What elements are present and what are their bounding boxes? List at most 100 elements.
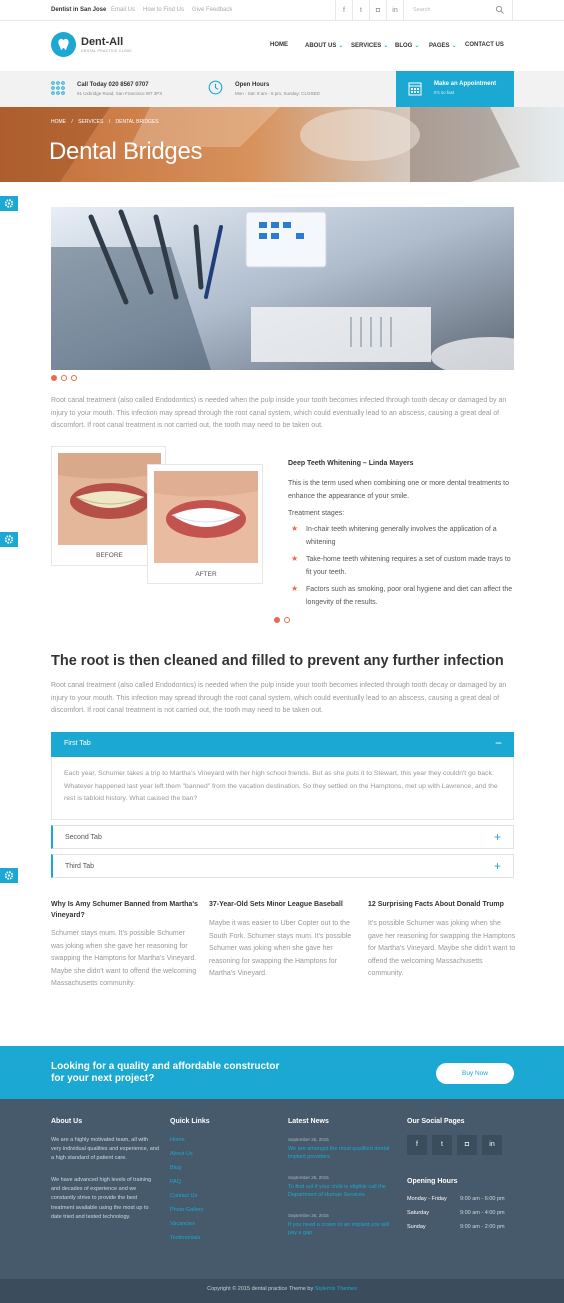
carousel-dot-active[interactable] — [274, 617, 280, 623]
footer-about-text: We have advanced high levels of training… — [51, 1177, 152, 1220]
brand-tagline: DENTAL PRACTICE CLINIC — [81, 49, 133, 53]
find-us-link[interactable]: How to Find Us — [143, 7, 184, 13]
nav-about-us[interactable]: ABOUT US ⌄ — [305, 42, 343, 49]
carousel-dot[interactable] — [284, 617, 290, 623]
copyright: Copyright © 2015 dental practice Theme b… — [0, 1286, 564, 1292]
news-link[interactable]: We are amongst the most qualified dental… — [288, 1145, 396, 1161]
post-excerpt: Maybe it was easier to Uber Copter out t… — [209, 920, 352, 977]
testimonial-title: Deep Teeth Whitening – Linda Mayers — [288, 460, 414, 467]
nav-label: HOME — [270, 42, 288, 48]
cta-line-2: for your next project? — [51, 1073, 155, 1084]
tab-label: Second Tab — [65, 834, 102, 841]
facebook-icon[interactable]: f — [335, 0, 352, 21]
facebook-icon[interactable]: f — [407, 1135, 427, 1155]
breadcrumb-separator: / — [71, 119, 73, 125]
tab-second[interactable]: Second Tab + — [51, 825, 514, 849]
nav-blog[interactable]: BLOG ⌄ — [395, 42, 419, 49]
treatment-stage-item: In-chair teeth whitening generally invol… — [306, 526, 497, 546]
plus-icon[interactable]: + — [494, 859, 501, 873]
post-title[interactable]: 37-Year-Old Sets Minor League Baseball — [209, 899, 359, 910]
twitter-icon[interactable]: t — [352, 0, 369, 21]
clock-icon — [208, 80, 223, 95]
post-title[interactable]: Why Is Amy Schumer Banned from Martha's … — [51, 899, 201, 921]
footer-social-title: Our Social Pages — [407, 1118, 465, 1125]
tooth-logo-icon[interactable] — [51, 32, 76, 57]
breadcrumb-home[interactable]: HOME — [51, 119, 66, 125]
footer-link[interactable]: Blog — [170, 1165, 181, 1171]
tab-first-content: Each year, Schumer takes a trip to Marth… — [51, 757, 514, 820]
settings-gear-icon[interactable] — [0, 532, 18, 547]
footer-link[interactable]: Photo Gallery — [170, 1207, 203, 1213]
page-title: Dental Bridges — [49, 138, 203, 165]
minus-icon[interactable]: − — [495, 736, 502, 750]
nav-home[interactable]: HOME — [270, 42, 288, 48]
plus-icon[interactable]: + — [494, 830, 501, 844]
feedback-link[interactable]: Give Feedback — [192, 7, 232, 13]
hours-day: Sunday — [407, 1224, 426, 1230]
search-icon[interactable] — [495, 5, 505, 15]
theme-author-link[interactable]: Stylemix Themes — [315, 1286, 357, 1292]
hours-title: Open Hours — [235, 82, 270, 88]
linkedin-icon[interactable]: in — [482, 1135, 502, 1155]
nav-services[interactable]: SERVICES ⌄ — [351, 42, 388, 49]
footer-quick-links-title: Quick Links — [170, 1118, 210, 1125]
section-paragraph: Root canal treatment (also called Endodo… — [51, 682, 507, 714]
chevron-down-icon: ⌄ — [338, 43, 344, 49]
cta-line-1: Looking for a quality and affordable con… — [51, 1061, 280, 1072]
footer-link[interactable]: Home — [170, 1137, 185, 1143]
treatment-stages-label: Treatment stages: — [288, 510, 345, 517]
instagram-icon[interactable]: ◘ — [369, 0, 386, 21]
footer-link[interactable]: Vacancies — [170, 1221, 195, 1227]
slider-dot[interactable] — [61, 375, 67, 381]
image-slider[interactable] — [51, 207, 514, 370]
settings-gear-icon[interactable] — [0, 196, 18, 211]
email-us-link[interactable]: Email Us — [111, 7, 135, 13]
after-smile-photo — [154, 471, 258, 563]
footer-link[interactable]: FAQ — [170, 1179, 181, 1185]
testimonial-text: This is the term used when combining one… — [288, 480, 509, 500]
search-input[interactable]: Search — [403, 0, 513, 21]
call-address: 51 Uxbridge Road, San Francisco W7 3PX — [77, 91, 163, 96]
slider-dot-active[interactable] — [51, 375, 57, 381]
breadcrumb-services[interactable]: SERVICES — [78, 119, 103, 125]
tab-content-text: Each year, Schumer takes a trip to Marth… — [64, 770, 498, 802]
cta-text: Looking for a quality and affordable con… — [51, 1061, 279, 1085]
hours-time: 9:00 am - 2:00 pm — [460, 1224, 505, 1230]
slider-dot[interactable] — [71, 375, 77, 381]
footer-link[interactable]: Testimonials — [170, 1235, 200, 1241]
linkedin-icon[interactable]: in — [386, 0, 403, 21]
star-icon: ★ — [291, 554, 299, 563]
instagram-icon[interactable]: ◘ — [457, 1135, 477, 1155]
tab-third[interactable]: Third Tab + — [51, 854, 514, 878]
chevron-down-icon: ⌄ — [414, 43, 420, 49]
brand-name[interactable]: Dent-All — [81, 36, 123, 48]
intro-paragraph: Root canal treatment (also called Endodo… — [51, 397, 507, 429]
twitter-icon[interactable]: t — [432, 1135, 452, 1155]
hours-subtitle: Mon - Sat: 8 am - 5 pm, Sunday: CLOSED — [235, 91, 320, 96]
dialpad-icon — [51, 81, 65, 95]
nav-contact-us[interactable]: CONTACT US — [465, 42, 504, 48]
footer-link[interactable]: Contact Us — [170, 1193, 197, 1199]
footer-link[interactable]: About Us — [170, 1151, 193, 1157]
news-date: September 26, 2015 — [288, 1137, 329, 1142]
copyright-text: Copyright © 2015 dental practice Theme b… — [207, 1286, 314, 1292]
nav-pages[interactable]: PAGES ⌄ — [429, 42, 457, 49]
tab-label: First Tab — [64, 740, 91, 747]
make-appointment-button[interactable]: Make an Appointment It's so fast — [396, 71, 514, 107]
buy-now-button[interactable]: Buy Now — [436, 1063, 514, 1084]
news-link[interactable]: If you need a crown or an implant you wi… — [288, 1221, 396, 1237]
treatment-stage-item: Factors such as smoking, poor oral hygie… — [306, 586, 513, 606]
hours-time: 9:00 am - 4:00 pm — [460, 1210, 505, 1216]
after-caption: AFTER — [195, 571, 217, 578]
news-date: September 26, 2015 — [288, 1175, 329, 1180]
chevron-down-icon: ⌄ — [383, 43, 389, 49]
post-title[interactable]: 12 Surprising Facts About Donald Trump — [368, 899, 518, 910]
tab-first[interactable]: First Tab − — [51, 732, 514, 757]
hours-day: Saturday — [407, 1210, 430, 1216]
nav-label: ABOUT US — [305, 43, 337, 49]
news-link[interactable]: To find out if your child is eligible ca… — [288, 1183, 396, 1199]
footer-about-text: We are a highly motivated team, all with… — [51, 1137, 159, 1162]
nav-label: SERVICES — [351, 43, 382, 49]
star-icon: ★ — [291, 524, 299, 533]
settings-gear-icon[interactable] — [0, 868, 18, 883]
